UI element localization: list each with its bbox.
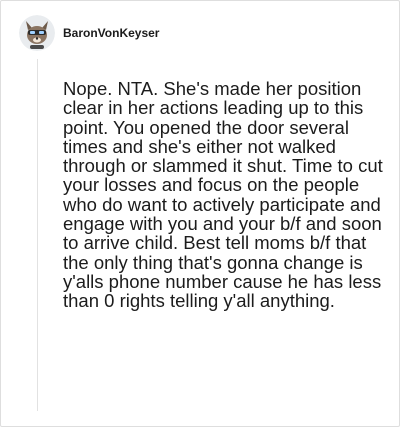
snoo-avatar-icon[interactable] [19,15,55,51]
comment-header: BaronVonKeyser [19,15,159,51]
comment-text: Nope. NTA. She's made her position clear… [63,78,383,312]
comment-card: BaronVonKeyser Nope. NTA. She's made her… [0,0,400,427]
author-username[interactable]: BaronVonKeyser [63,26,159,40]
thread-line[interactable] [37,59,38,411]
